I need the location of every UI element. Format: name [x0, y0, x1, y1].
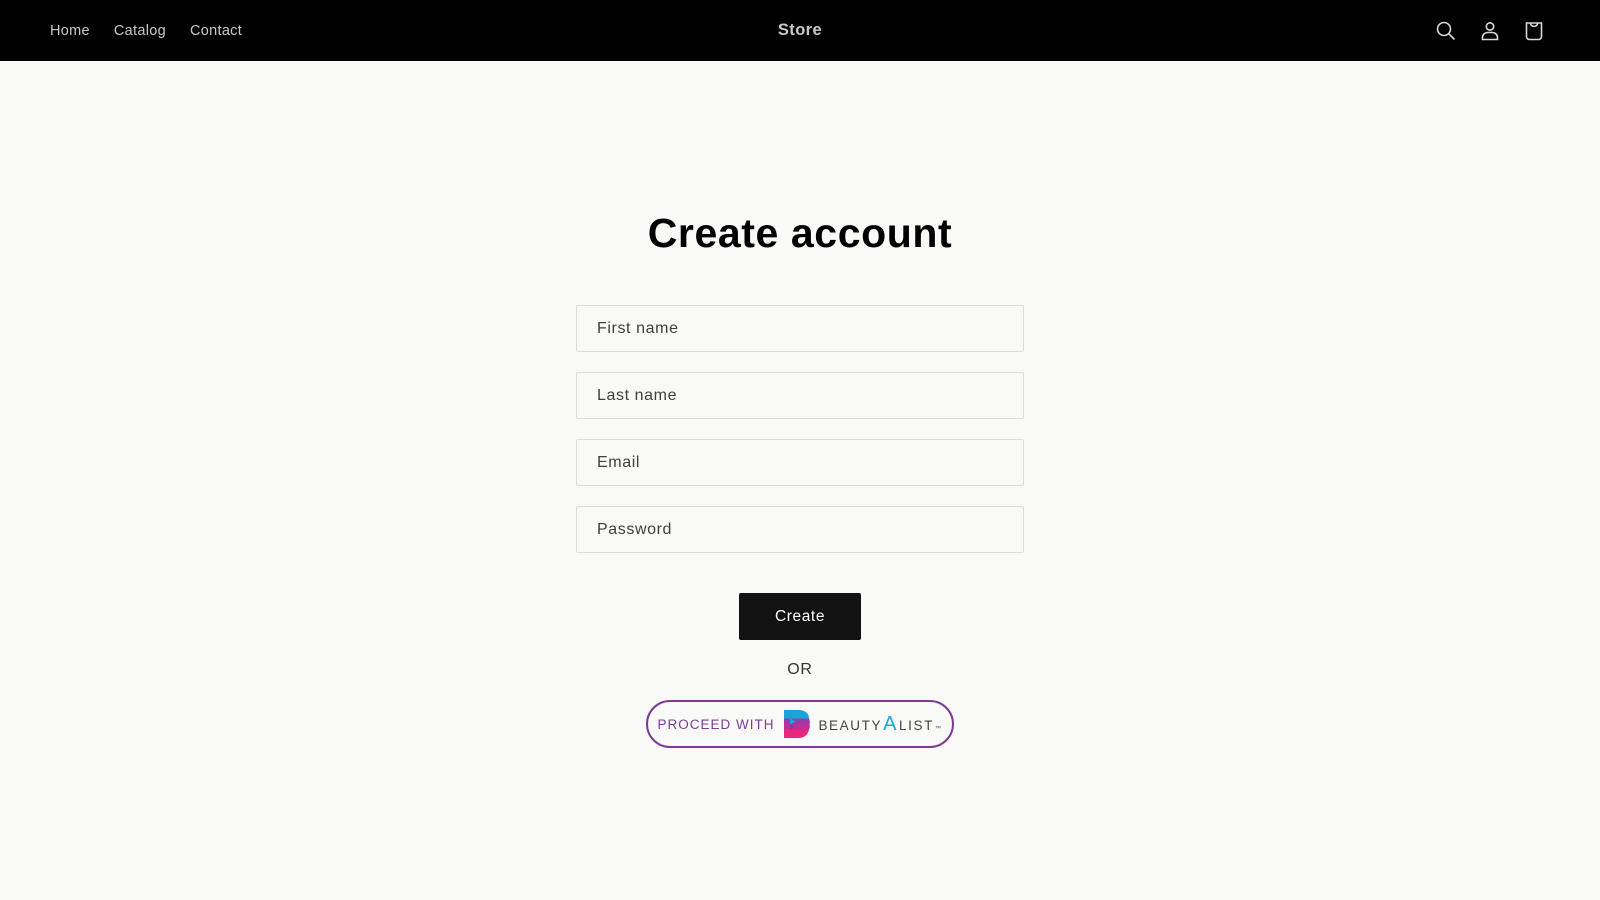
cart-button[interactable]	[1512, 9, 1556, 53]
nav-catalog-link[interactable]: Catalog	[114, 23, 166, 39]
proceed-label: PROCEED WITH	[657, 716, 775, 732]
search-button[interactable]	[1424, 9, 1468, 53]
nav-home-link[interactable]: Home	[50, 23, 90, 39]
account-button[interactable]	[1468, 9, 1512, 53]
nav-contact-link[interactable]: Contact	[190, 23, 242, 39]
proceed-with-beautyalist-button[interactable]: PROCEED WITH BEAUTY A LIST ™	[646, 700, 954, 748]
wordmark-beauty: BEAUTY	[818, 717, 883, 733]
beautyalist-wordmark: BEAUTY A LIST ™	[818, 713, 942, 736]
page-title: Create account	[647, 210, 953, 256]
create-button[interactable]: Create	[739, 593, 861, 640]
password-field[interactable]	[576, 506, 1024, 553]
password-input[interactable]	[597, 520, 1023, 539]
first-name-field[interactable]	[576, 305, 1024, 352]
header-icons	[1424, 0, 1556, 61]
wordmark-a: A	[883, 712, 899, 735]
email-input[interactable]	[597, 453, 1023, 472]
or-divider: OR	[787, 661, 813, 678]
wordmark-list: LIST	[899, 717, 934, 733]
last-name-input[interactable]	[597, 386, 1023, 405]
first-name-input[interactable]	[597, 319, 1023, 338]
site-header: Home Catalog Contact Store	[0, 0, 1600, 61]
trademark-symbol: ™	[934, 725, 943, 732]
search-icon	[1436, 21, 1456, 40]
beautyalist-logo-icon	[784, 710, 811, 738]
cart-icon	[1525, 21, 1543, 40]
email-field[interactable]	[576, 439, 1024, 486]
create-account-form	[576, 305, 1024, 573]
account-icon	[1481, 21, 1499, 40]
main-nav: Home Catalog Contact	[50, 0, 266, 61]
last-name-field[interactable]	[576, 372, 1024, 419]
store-logo-link[interactable]: Store	[778, 21, 822, 40]
